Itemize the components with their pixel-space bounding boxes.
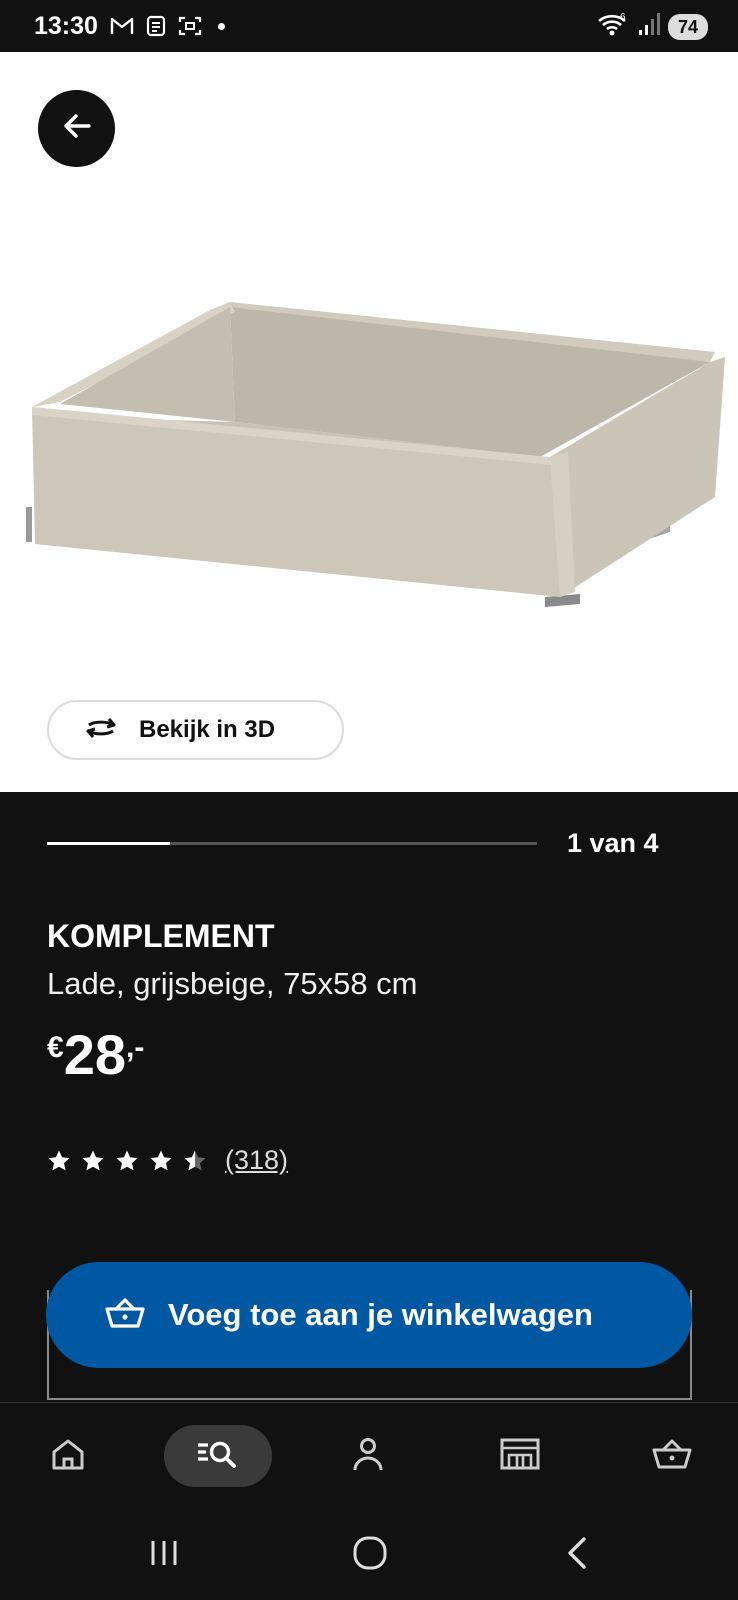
price-amount: 28 (63, 1023, 126, 1086)
notification-dot (217, 22, 225, 30)
back-icon (564, 1536, 592, 1575)
back-button[interactable] (38, 90, 115, 167)
battery-icon: 74 (667, 13, 708, 40)
nav-search[interactable] (164, 1425, 272, 1487)
nav-store[interactable] (488, 1425, 552, 1487)
recents-button[interactable] (134, 1530, 194, 1580)
gmail-icon (110, 15, 134, 37)
pager-track (47, 842, 537, 845)
home-button[interactable] (340, 1530, 400, 1580)
product-price: € 28 ,- (47, 1025, 144, 1085)
star-icon (150, 1150, 172, 1170)
status-right: 6 74 (596, 10, 708, 43)
home-icon (50, 1437, 86, 1476)
star-icon (82, 1150, 104, 1170)
view-3d-button[interactable]: Bekijk in 3D (47, 700, 344, 760)
product-image-area[interactable]: Bekijk in 3D (0, 52, 738, 792)
add-to-cart-label: Voeg toe aan je winkelwagen (168, 1297, 593, 1332)
svg-text:6: 6 (620, 12, 626, 23)
system-navigation (0, 1508, 738, 1600)
screenshot-icon (178, 15, 202, 37)
nav-cart[interactable] (640, 1425, 704, 1487)
person-icon (351, 1436, 385, 1477)
cart-icon (104, 1296, 146, 1335)
price-currency: € (47, 1031, 64, 1064)
product-name: KOMPLEMENT (47, 918, 275, 954)
rating-stars (47, 1149, 207, 1173)
image-pager: 1 van 4 (47, 828, 737, 868)
back-nav-button[interactable] (548, 1530, 608, 1580)
view-3d-label: Bekijk in 3D (139, 716, 276, 743)
arrow-left-icon (59, 108, 95, 149)
status-time: 13:30 (34, 11, 98, 40)
product-description: Lade, grijsbeige, 75x58 cm (47, 966, 418, 1001)
price-suffix: ,- (125, 1031, 145, 1064)
rotate-3d-icon (81, 715, 121, 746)
star-icon (48, 1150, 70, 1170)
home-circle-icon (353, 1536, 387, 1575)
bottom-navigation (0, 1402, 738, 1507)
notification-icons (110, 15, 225, 37)
product-rating[interactable]: (318) (47, 1145, 288, 1176)
signal-icon (638, 12, 660, 41)
wifi-icon: 6 (596, 10, 630, 43)
pager-label: 1 van 4 (567, 828, 659, 858)
battery-level: 74 (677, 16, 698, 37)
cart-icon (651, 1437, 693, 1476)
notes-icon (144, 15, 168, 37)
pager-progress (47, 842, 170, 845)
star-icon (184, 1150, 206, 1170)
recents-icon (148, 1539, 180, 1572)
star-icon (116, 1150, 138, 1170)
product-image-drawer (26, 302, 725, 607)
search-list-icon (195, 1438, 241, 1475)
add-to-cart-button[interactable]: Voeg toe aan je winkelwagen (46, 1262, 692, 1368)
status-bar: 13:30 6 74 (0, 0, 738, 52)
nav-home[interactable] (38, 1425, 98, 1487)
nav-profile[interactable] (338, 1425, 398, 1487)
review-count-link[interactable]: (318) (225, 1145, 288, 1176)
store-icon (499, 1437, 541, 1476)
